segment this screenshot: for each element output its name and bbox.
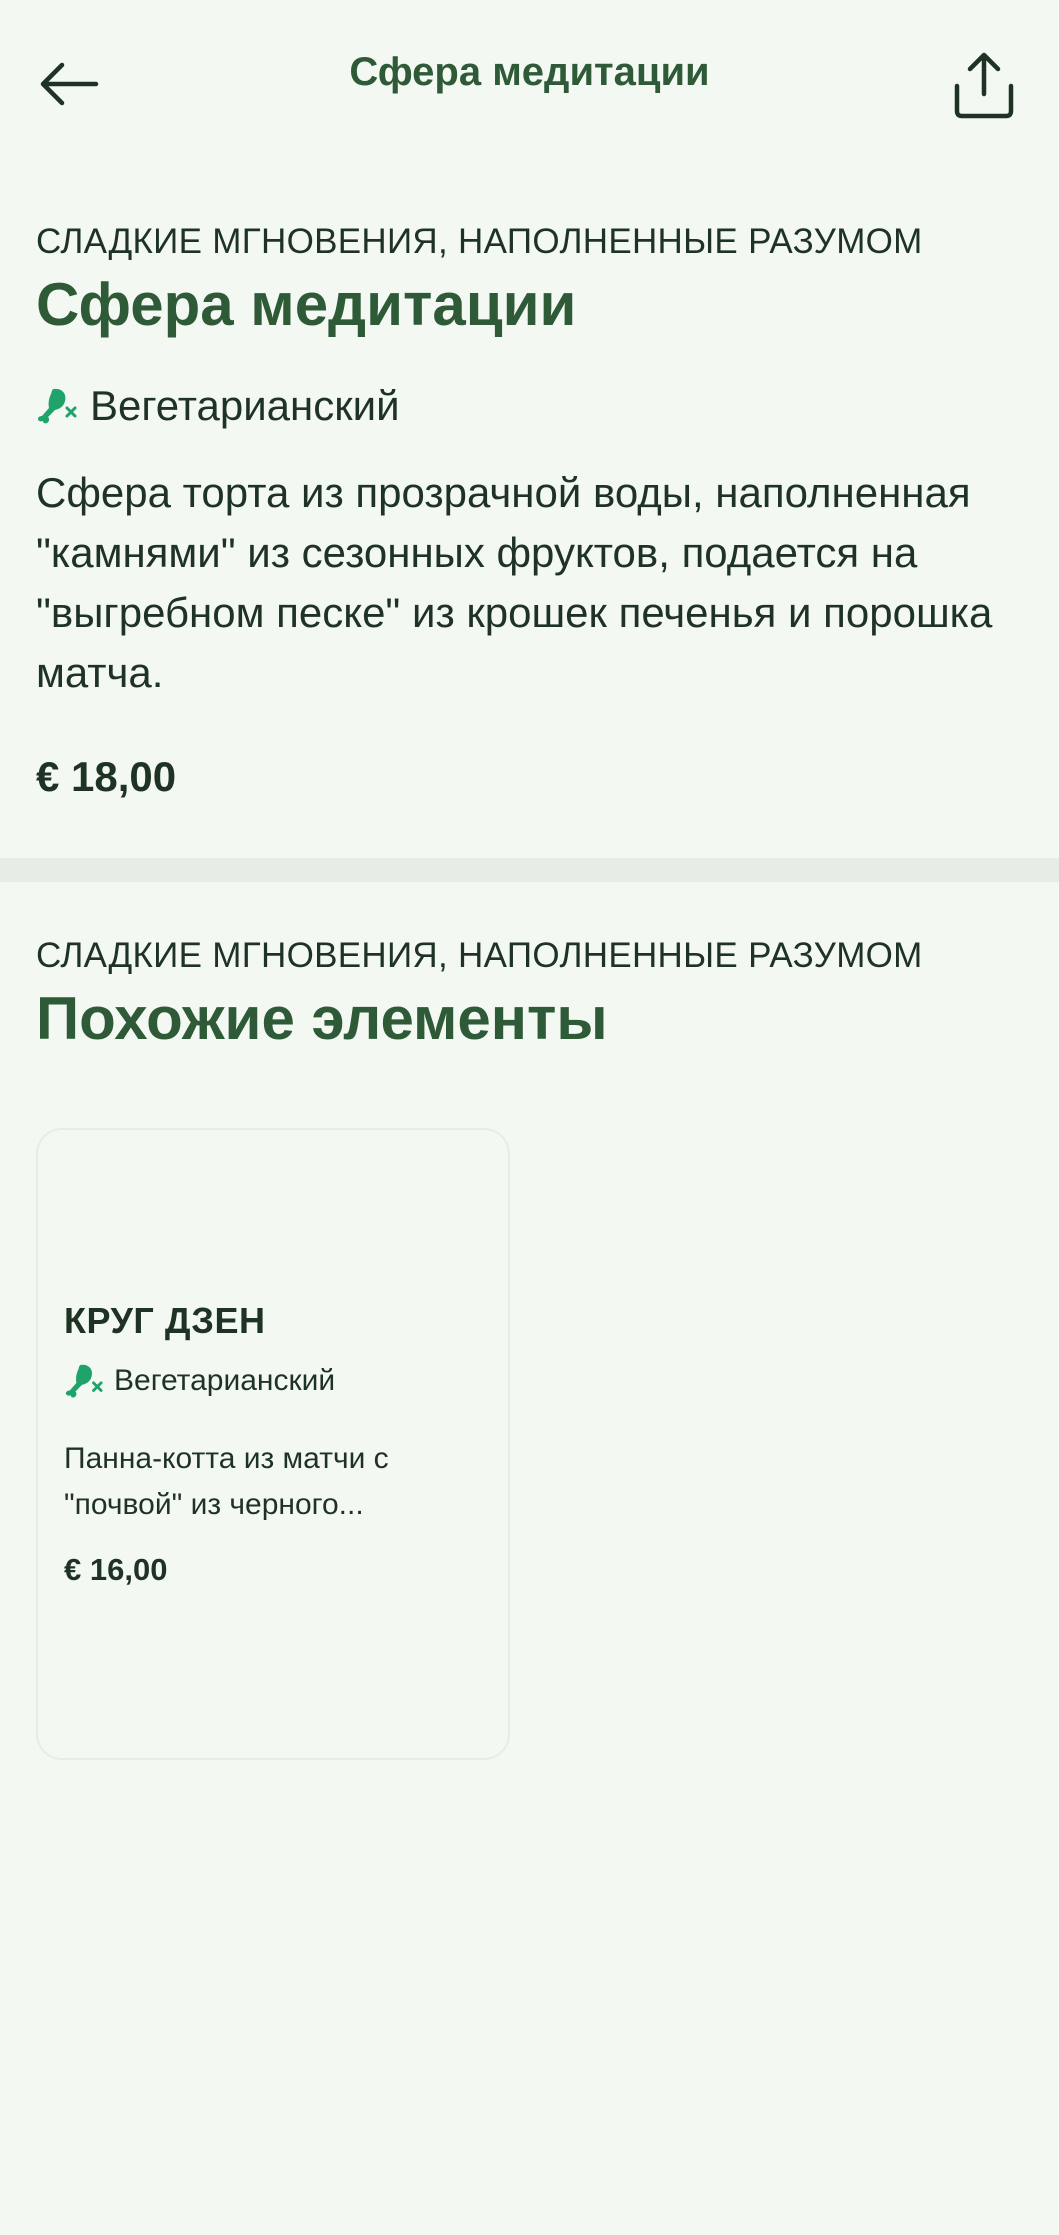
similar-item-price: € 16,00: [64, 1552, 168, 1587]
item-diet: Вегетарианский: [36, 382, 1026, 430]
header-title: Сфера медитации: [349, 50, 710, 94]
item-diet-label: Вегетарианский: [90, 382, 400, 429]
share-icon: [954, 52, 1014, 119]
similar-category: СЛАДКИЕ МГНОВЕНИЯ, НАПОЛНЕННЫЕ РАЗУМОМ: [36, 936, 923, 975]
item-details: СЛАДКИЕ МГНОВЕНИЯ, НАПОЛНЕННЫЕ РАЗУМОМ С…: [36, 222, 1026, 339]
similar-items-header: СЛАДКИЕ МГНОВЕНИЯ, НАПОЛНЕННЫЕ РАЗУМОМ П…: [36, 936, 1026, 1053]
vegetarian-drumstick-icon: [65, 1364, 103, 1398]
similar-item-name: КРУГ ДЗЕН: [64, 1300, 266, 1341]
item-price: € 18,00: [36, 753, 177, 800]
item-category: СЛАДКИЕ МГНОВЕНИЯ, НАПОЛНЕННЫЕ РАЗУМОМ: [36, 222, 923, 261]
item-description: Сфера торта из прозрачной воды, наполнен…: [36, 469, 993, 696]
share-button[interactable]: [948, 50, 1020, 122]
similar-item-description: Панна-котта из матчи с "почвой" из черно…: [64, 1442, 389, 1521]
similar-item-diet-label: Вегетарианский: [114, 1364, 336, 1397]
vegetarian-drumstick-icon: [38, 388, 77, 424]
similar-item-diet: Вегетарианский: [64, 1362, 335, 1400]
similar-title: Похожие элементы: [36, 985, 608, 1052]
top-bar: Сфера медитации: [0, 0, 1059, 160]
section-divider: [0, 858, 1059, 882]
item-name: Сфера медитации: [36, 271, 577, 338]
similar-item-card[interactable]: КРУГ ДЗЕН Вегетарианский Панна-котта из …: [36, 1128, 510, 1760]
